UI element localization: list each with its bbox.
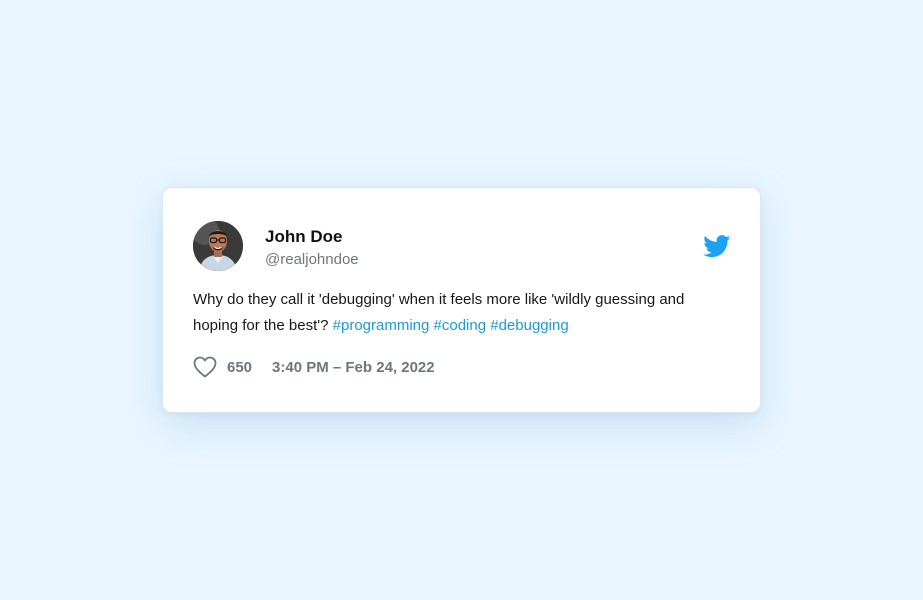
like-button[interactable]: 650 <box>193 356 252 378</box>
heart-outline-icon <box>193 356 217 378</box>
avatar-photo-icon <box>193 221 243 271</box>
hashtag-debugging[interactable]: #debugging <box>490 317 568 334</box>
tweet-actions: 650 3:40 PM – Feb 24, 2022 <box>193 355 435 379</box>
author-avatar[interactable] <box>193 221 243 271</box>
twitter-bird-icon[interactable] <box>703 235 731 258</box>
tweet-timestamp[interactable]: 3:40 PM – Feb 24, 2022 <box>272 359 435 376</box>
tweet-text: Why do they call it 'debugging' when it … <box>193 287 723 339</box>
like-count: 650 <box>227 358 253 376</box>
hashtag-programming[interactable]: #programming <box>333 317 430 334</box>
author-name[interactable]: John Doe <box>265 227 342 247</box>
author-handle[interactable]: @realjohndoe <box>265 251 359 269</box>
hashtag-coding[interactable]: #coding <box>434 317 487 334</box>
tweet-card: John Doe @realjohndoe Why do they call i… <box>162 187 761 413</box>
